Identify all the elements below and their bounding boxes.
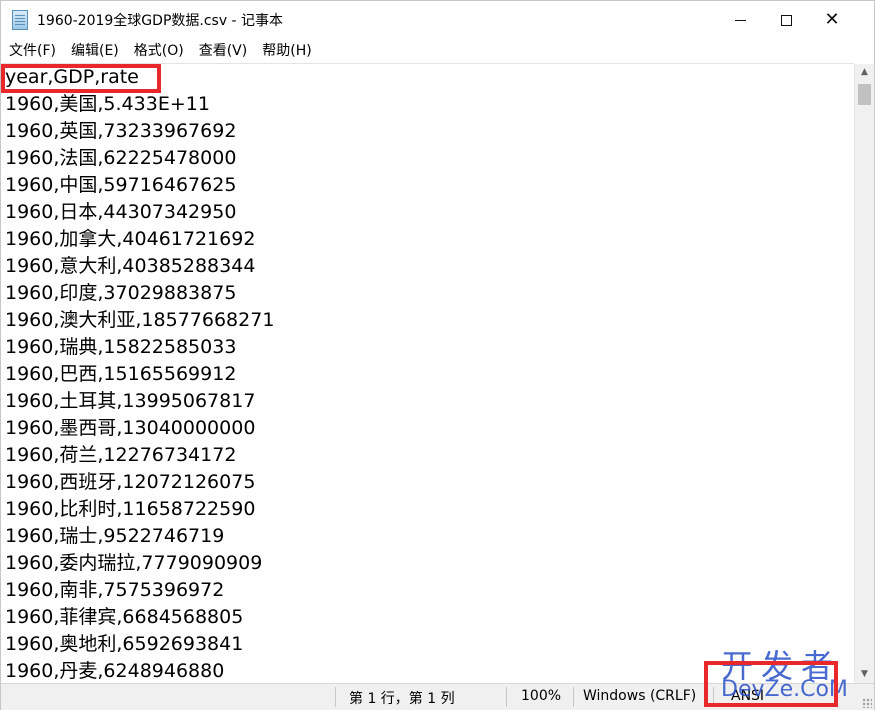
- text-line[interactable]: 1960,印度,37029883875: [5, 280, 236, 307]
- status-divider: [573, 687, 574, 707]
- text-line[interactable]: 1960,巴西,15165569912: [5, 361, 236, 388]
- scrollbar-thumb[interactable]: [858, 84, 871, 105]
- cursor-position: 第 1 行，第 1 列: [349, 691, 455, 707]
- text-line[interactable]: 1960,土耳其,13995067817: [5, 388, 255, 415]
- close-icon: ✕: [824, 9, 840, 30]
- header-highlight-annotation: [1, 64, 161, 93]
- maximize-button[interactable]: [763, 1, 809, 39]
- text-line[interactable]: 1960,菲律宾,6684568805: [5, 604, 243, 631]
- text-line[interactable]: 1960,委内瑞拉,7779090909: [5, 550, 262, 577]
- text-line[interactable]: 1960,中国,59716467625: [5, 172, 236, 199]
- text-line[interactable]: 1960,意大利,40385288344: [5, 253, 255, 280]
- line-ending: Windows (CRLF): [583, 688, 697, 704]
- text-line[interactable]: 1960,西班牙,12072126075: [5, 469, 255, 496]
- window-title: 1960-2019全球GDP数据.csv - 记事本: [37, 13, 284, 29]
- scroll-up-icon[interactable]: ▲: [855, 64, 874, 81]
- text-line[interactable]: 1960,法国,62225478000: [5, 145, 236, 172]
- text-line[interactable]: 1960,瑞士,9522746719: [5, 523, 224, 550]
- text-line[interactable]: 1960,美国,5.433E+11: [5, 91, 210, 118]
- text-line[interactable]: 1960,日本,44307342950: [5, 199, 236, 226]
- text-line[interactable]: 1960,丹麦,6248946880: [5, 658, 224, 684]
- text-line[interactable]: 1960,南非,7575396972: [5, 577, 224, 604]
- close-button[interactable]: ✕: [809, 1, 855, 39]
- text-line[interactable]: 1960,荷兰,12276734172: [5, 442, 236, 469]
- text-editor-area[interactable]: year,GDP,rate 1960,美国,5.433E+11 1960,英国,…: [1, 63, 854, 684]
- menu-format[interactable]: 格式(O): [126, 39, 191, 63]
- encoding-highlight-annotation: [704, 661, 838, 707]
- menu-edit[interactable]: 编辑(E): [63, 39, 126, 63]
- notepad-icon: [12, 10, 28, 30]
- text-line[interactable]: 1960,比利时,11658722590: [5, 496, 255, 523]
- menu-help[interactable]: 帮助(H): [254, 39, 318, 63]
- status-divider: [335, 687, 336, 707]
- text-line[interactable]: 1960,英国,73233967692: [5, 118, 236, 145]
- text-line[interactable]: 1960,墨西哥,13040000000: [5, 415, 255, 442]
- text-line[interactable]: 1960,奥地利,6592693841: [5, 631, 243, 658]
- text-line[interactable]: 1960,瑞典,15822585033: [5, 334, 236, 361]
- scroll-down-icon[interactable]: ▼: [855, 666, 874, 683]
- resize-grip-icon[interactable]: [862, 698, 872, 708]
- menu-bar: 文件(F) 编辑(E) 格式(O) 查看(V) 帮助(H): [1, 39, 874, 63]
- maximize-icon: [780, 14, 792, 26]
- text-line[interactable]: 1960,加拿大,40461721692: [5, 226, 255, 253]
- status-divider: [506, 687, 507, 707]
- vertical-scrollbar[interactable]: ▲ ▼: [854, 64, 874, 683]
- minimize-icon: [734, 19, 746, 21]
- title-bar[interactable]: 1960-2019全球GDP数据.csv - 记事本 ✕: [1, 1, 874, 39]
- minimize-button[interactable]: [717, 1, 763, 39]
- menu-file[interactable]: 文件(F): [1, 39, 63, 63]
- menu-view[interactable]: 查看(V): [191, 39, 255, 63]
- zoom-level: 100%: [521, 688, 562, 704]
- text-line[interactable]: 1960,澳大利亚,18577668271: [5, 307, 274, 334]
- notepad-window: 1960-2019全球GDP数据.csv - 记事本 ✕ 文件(F) 编辑(E)…: [0, 0, 875, 710]
